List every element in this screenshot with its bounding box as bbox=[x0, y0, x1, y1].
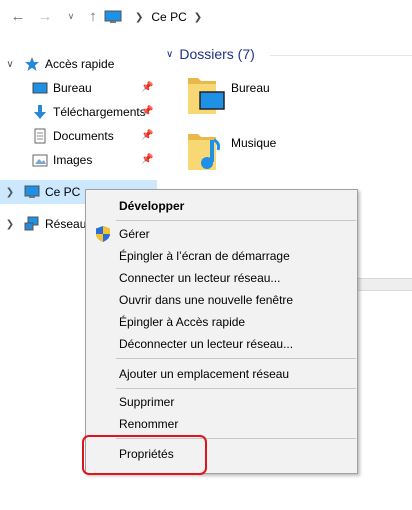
menu-item-label: Développer bbox=[119, 199, 185, 213]
pin-icon[interactable]: 📌 bbox=[141, 154, 153, 165]
menu-item-developper[interactable]: Développer bbox=[87, 195, 357, 217]
navigation-bar: ← → ∨ ↑ ❯ Ce PC ❯ bbox=[0, 0, 412, 34]
menu-item-map-network-drive[interactable]: Connecter un lecteur réseau... bbox=[87, 267, 357, 289]
sidebar-item-label: Téléchargements bbox=[53, 105, 146, 119]
menu-item-label: Déconnecter un lecteur réseau... bbox=[119, 337, 294, 351]
document-icon bbox=[34, 128, 46, 144]
menu-item-label: Ouvrir dans une nouvelle fenêtre bbox=[119, 293, 294, 307]
pin-icon[interactable]: 📌 bbox=[141, 82, 153, 93]
breadcrumb-separator-icon[interactable]: ❯ bbox=[135, 12, 143, 23]
recent-locations-chevron-icon[interactable]: ∨ bbox=[62, 7, 80, 25]
back-arrow-icon[interactable]: ← bbox=[9, 7, 27, 25]
menu-separator bbox=[116, 220, 356, 221]
sidebar-item-label: Accès rapide bbox=[45, 57, 115, 71]
address-bar[interactable]: ❯ Ce PC ❯ bbox=[104, 6, 210, 28]
partial-drive-item[interactable] bbox=[355, 278, 412, 291]
folder-musique[interactable] bbox=[186, 128, 226, 172]
up-arrow-icon[interactable]: ↑ bbox=[84, 7, 102, 25]
sidebar-item-label: Bureau bbox=[53, 81, 92, 95]
sidebar-item-label: Images bbox=[53, 153, 93, 167]
menu-separator bbox=[116, 358, 356, 359]
menu-item-label: Renommer bbox=[119, 417, 179, 431]
sidebar-item-telechargements[interactable]: Téléchargements 📌 bbox=[0, 100, 157, 124]
menu-item-label: Épingler à l’écran de démarrage bbox=[119, 249, 290, 263]
sidebar-item-label: Ce PC bbox=[45, 185, 81, 199]
breadcrumb-chevron-icon[interactable]: ❯ bbox=[194, 12, 202, 23]
picture-icon bbox=[32, 154, 48, 167]
breadcrumb-this-pc[interactable]: Ce PC bbox=[151, 10, 186, 24]
music-folder-icon bbox=[188, 134, 220, 170]
folder-label: Bureau bbox=[231, 81, 270, 95]
collapsed-chevron-icon[interactable]: ❯ bbox=[5, 187, 15, 198]
menu-separator bbox=[116, 388, 356, 389]
computer-icon bbox=[104, 10, 122, 23]
menu-item-gerer[interactable]: Gérer bbox=[87, 223, 357, 245]
pin-icon[interactable]: 📌 bbox=[141, 130, 153, 141]
context-menu: Développer Gérer Épingler à l’écran de d… bbox=[85, 189, 358, 474]
menu-item-delete[interactable]: Supprimer bbox=[87, 391, 357, 413]
menu-item-disconnect-network-drive[interactable]: Déconnecter un lecteur réseau... bbox=[87, 333, 357, 355]
collapsed-chevron-icon[interactable]: ❯ bbox=[5, 219, 15, 230]
menu-item-add-network-location[interactable]: Ajouter un emplacement réseau bbox=[87, 363, 357, 385]
sidebar-item-images[interactable]: Images 📌 bbox=[0, 148, 157, 172]
group-divider bbox=[270, 55, 412, 56]
folder-label: Musique bbox=[231, 136, 277, 150]
sidebar-item-label: Réseau bbox=[45, 217, 87, 231]
expanded-chevron-icon[interactable]: ∨ bbox=[5, 59, 15, 70]
network-icon bbox=[24, 216, 39, 231]
star-icon bbox=[25, 57, 39, 71]
menu-item-rename[interactable]: Renommer bbox=[87, 413, 357, 435]
sidebar-item-bureau[interactable]: Bureau 📌 bbox=[0, 76, 157, 100]
sidebar-item-documents[interactable]: Documents 📌 bbox=[0, 124, 157, 148]
forward-arrow-icon[interactable]: → bbox=[36, 7, 54, 25]
pin-icon[interactable]: 📌 bbox=[141, 106, 153, 117]
sidebar-item-label: Documents bbox=[53, 129, 114, 143]
menu-item-label: Ajouter un emplacement réseau bbox=[119, 367, 290, 381]
menu-item-label: Gérer bbox=[119, 227, 150, 241]
download-arrow-icon bbox=[34, 105, 46, 119]
menu-item-pin-start[interactable]: Épingler à l’écran de démarrage bbox=[87, 245, 357, 267]
menu-item-label: Épingler à Accès rapide bbox=[119, 315, 246, 329]
menu-item-label: Supprimer bbox=[119, 395, 175, 409]
group-title: Dossiers (7) bbox=[179, 46, 255, 62]
shield-icon bbox=[96, 226, 110, 242]
desktop-folder-icon bbox=[188, 78, 225, 114]
menu-item-open-new-window[interactable]: Ouvrir dans une nouvelle fenêtre bbox=[87, 289, 357, 311]
expanded-chevron-icon[interactable]: ∨ bbox=[166, 49, 173, 60]
folder-bureau[interactable] bbox=[186, 72, 226, 116]
desktop-icon bbox=[32, 82, 48, 94]
folders-group-header[interactable]: ∨ Dossiers (7) bbox=[166, 46, 255, 62]
properties-highlight-box bbox=[82, 435, 207, 475]
menu-item-label: Connecter un lecteur réseau... bbox=[119, 271, 281, 285]
sidebar-item-quick-access[interactable]: ∨ Accès rapide bbox=[0, 52, 157, 76]
menu-item-pin-quick-access[interactable]: Épingler à Accès rapide bbox=[87, 311, 357, 333]
computer-icon bbox=[24, 185, 40, 198]
